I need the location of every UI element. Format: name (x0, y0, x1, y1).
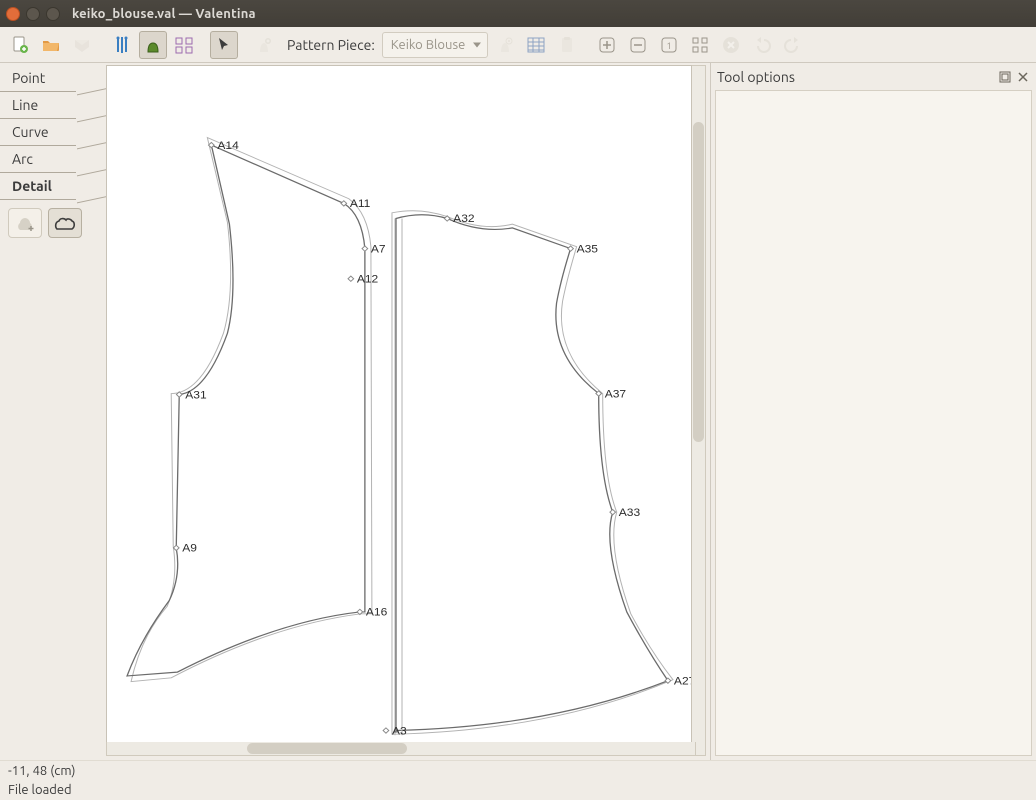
pattern-point-label: A12 (357, 273, 378, 286)
status-coordinates: -11, 48 (cm) (0, 760, 1036, 780)
drawing-canvas[interactable]: A14 A11 A7 A32 A35 A12 A31 A37 A33 A9 A16 A27 A3 (106, 65, 692, 756)
pattern-point[interactable] (568, 246, 574, 251)
pattern-point[interactable] (362, 246, 368, 251)
pattern-piece-label: Pattern Piece: (287, 37, 375, 53)
pattern-piece-select[interactable]: Keiko Blouse (382, 32, 488, 58)
stop-button[interactable] (717, 31, 745, 59)
pattern-point[interactable] (610, 509, 616, 514)
canvas-wrap: A14 A11 A7 A32 A35 A12 A31 A37 A33 A9 A16 A27 A3 (106, 63, 710, 760)
pattern-point-label: A14 (217, 139, 239, 152)
zoom-original-button[interactable]: 1 (655, 31, 683, 59)
new-file-button[interactable] (6, 31, 34, 59)
pattern-point-label: A9 (182, 542, 197, 555)
pattern-point-label: A16 (366, 606, 387, 619)
configure-pattern-button[interactable] (491, 31, 519, 59)
redo-button[interactable] (779, 31, 807, 59)
main-area: Point Line Curve Arc Detail (0, 63, 1036, 760)
open-file-button[interactable] (37, 31, 65, 59)
pattern-piece-value: Keiko Blouse (391, 38, 465, 52)
main-toolbar: Pattern Piece: Keiko Blouse 1 (0, 27, 1036, 63)
window-title: keiko_blouse.val — Valentina (72, 7, 256, 21)
sidebar-item-point[interactable]: Point (0, 65, 106, 92)
tool-options-body (715, 90, 1032, 756)
pattern-point[interactable] (173, 545, 179, 550)
pattern-point-label: A11 (350, 198, 371, 211)
pattern-point-label: A7 (371, 243, 386, 256)
panel-close-icon[interactable] (1016, 70, 1030, 84)
pattern-point-label: A3 (392, 725, 407, 738)
pattern-point-label: A37 (605, 388, 626, 401)
detail-tool-union[interactable] (48, 208, 82, 238)
pattern-point-label: A32 (453, 213, 474, 226)
tool-sidebar: Point Line Curve Arc Detail (0, 63, 106, 760)
pointer-tool-button[interactable] (210, 31, 238, 59)
pattern-point-label: A33 (619, 506, 640, 519)
save-file-button[interactable] (68, 31, 96, 59)
pattern-point-label: A31 (185, 389, 206, 402)
sidebar-item-curve[interactable]: Curve (0, 119, 106, 146)
status-message: File loaded (0, 780, 1036, 800)
detail-mode-button[interactable] (170, 31, 198, 59)
sidebar-item-detail[interactable]: Detail (0, 173, 106, 200)
zoom-fit-button[interactable] (686, 31, 714, 59)
window-titlebar: keiko_blouse.val — Valentina (0, 0, 1036, 27)
sidebar-item-arc[interactable]: Arc (0, 146, 106, 173)
tool-options-title: Tool options (717, 69, 795, 85)
pattern-point-label: A35 (577, 243, 598, 256)
window-minimize-button[interactable] (26, 7, 40, 21)
pattern-point-label: A27 (674, 675, 691, 688)
tool-options-panel: Tool options (710, 63, 1036, 760)
zoom-out-button[interactable] (624, 31, 652, 59)
svg-text:1: 1 (667, 41, 672, 51)
pattern-point[interactable] (444, 216, 450, 221)
measurements-button[interactable] (108, 31, 136, 59)
undo-button[interactable] (748, 31, 776, 59)
vertical-scrollbar[interactable] (692, 65, 706, 756)
window-close-button[interactable] (6, 7, 20, 21)
horizontal-scrollbar[interactable] (106, 742, 696, 756)
table-button[interactable] (522, 31, 550, 59)
pattern-point[interactable] (383, 728, 389, 733)
detail-tool-new-piece[interactable] (8, 208, 42, 238)
panel-detach-icon[interactable] (998, 70, 1012, 84)
pattern-point[interactable] (348, 276, 354, 281)
clipboard-button[interactable] (553, 31, 581, 59)
zoom-in-button[interactable] (593, 31, 621, 59)
sidebar-item-line[interactable]: Line (0, 92, 106, 119)
window-maximize-button[interactable] (46, 7, 60, 21)
drawing-mode-button[interactable] (139, 31, 167, 59)
add-pattern-piece-button[interactable] (250, 31, 278, 59)
